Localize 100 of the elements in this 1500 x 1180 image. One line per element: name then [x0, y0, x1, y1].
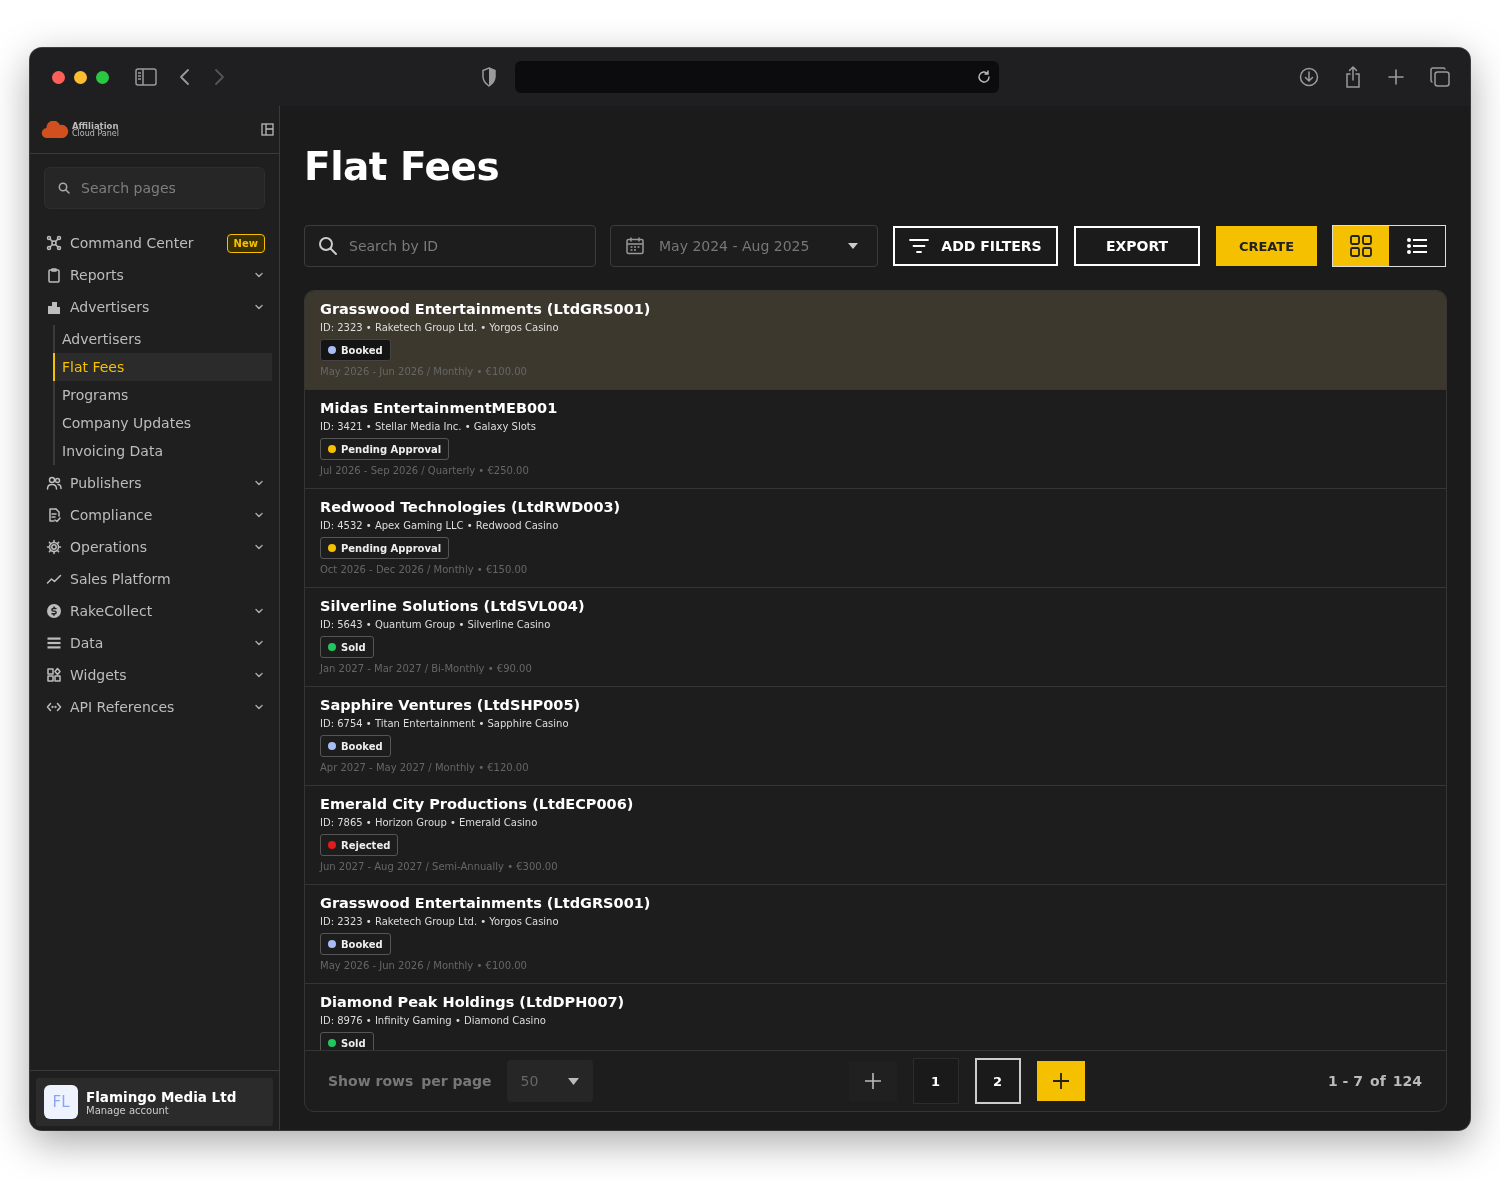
minimize-window-button[interactable] — [74, 70, 87, 84]
search-icon — [318, 236, 338, 256]
nav-label: RakeCollect — [70, 603, 154, 619]
caret-down-icon — [847, 242, 859, 250]
shield-icon[interactable] — [481, 67, 497, 87]
new-badge: New — [226, 233, 265, 253]
nav-item[interactable]: Advertisers — [46, 291, 265, 323]
status-badge: Sold — [320, 636, 374, 658]
fee-details: Jan 2027 - Mar 2027 / Bi-Monthly • €90.00 — [320, 663, 532, 675]
next-page-button[interactable] — [1036, 1061, 1085, 1101]
fee-title: Grasswood Entertainments (LtdGRS001) — [320, 894, 651, 912]
document-check-icon — [46, 507, 62, 523]
nav-item[interactable]: Operations — [46, 531, 265, 563]
clipboard-icon — [46, 267, 62, 283]
nav-label: Widgets — [70, 667, 128, 683]
search-field[interactable]: Search pages — [44, 167, 265, 209]
avatar: FL — [44, 1085, 78, 1119]
fee-title: Midas EntertainmentMEB001 — [320, 399, 558, 417]
dollar-coin-icon — [46, 603, 62, 619]
nav-subitem[interactable]: Invoicing Data — [53, 437, 272, 465]
nav-label: Advertisers — [70, 299, 151, 315]
logo-subtext: Cloud Panel — [72, 129, 119, 138]
close-window-button[interactable] — [52, 70, 65, 84]
fee-meta: ID: 3421 • Stellar Media Inc. • Galaxy Slots — [320, 421, 536, 433]
fee-details: Jul 2026 - Sep 2026 / Quarterly • €250.00 — [320, 465, 529, 477]
zoom-window-button[interactable] — [96, 70, 109, 84]
filter-icon — [909, 239, 930, 253]
fee-title: Grasswood Entertainments (LtdGRS001) — [320, 300, 651, 318]
widgets-icon — [46, 667, 62, 683]
fee-meta: ID: 8976 • Infinity Gaming • Diamond Casino — [320, 1015, 546, 1027]
fee-details: Jun 2027 - Aug 2027 / Semi-Annually • €300.00 — [320, 861, 558, 873]
sidebar-toggle-icon[interactable] — [135, 68, 157, 86]
account-card[interactable]: FL Flamingo Media Ltd Manage account — [36, 1078, 273, 1126]
nav-subitem[interactable]: Programs — [53, 381, 272, 409]
nav-subitem[interactable]: Company Updates — [53, 409, 272, 437]
date-range-picker[interactable]: May 2024 - Aug 2025 — [610, 225, 878, 267]
buildings-icon — [46, 299, 62, 315]
nav-item[interactable]: Widgets — [46, 659, 265, 691]
fee-meta: ID: 5643 • Quantum Group • Silverline Casino — [320, 619, 551, 631]
fee-title: Sapphire Ventures (LtdSHP005) — [320, 696, 581, 714]
plus-icon — [863, 1072, 882, 1090]
export-button[interactable]: EXPORT — [1074, 226, 1200, 266]
nav-item[interactable]: Reports — [46, 259, 265, 291]
nav-label: Publishers — [70, 475, 143, 491]
fee-meta: ID: 4532 • Apex Gaming LLC • Redwood Casino — [320, 520, 559, 532]
nav-label: Data — [70, 635, 105, 651]
panel-layout-icon[interactable] — [261, 123, 274, 136]
account-subtitle: Manage account — [86, 1104, 170, 1116]
nav-label: Reports — [70, 267, 125, 283]
fee-meta: ID: 2323 • Raketech Group Ltd. • Yorgos Casino — [320, 916, 559, 928]
download-icon[interactable] — [1299, 67, 1319, 87]
fee-title: Silverline Solutions (LtdSVL004) — [320, 597, 585, 615]
network-icon — [46, 235, 62, 251]
people-icon — [46, 475, 62, 491]
nav-item[interactable]: RakeCollect — [46, 595, 265, 627]
calendar-icon — [625, 236, 645, 256]
cloud-logo-icon — [41, 120, 69, 139]
share-icon[interactable] — [1344, 66, 1362, 88]
status-badge: Booked — [320, 735, 391, 757]
fee-meta: ID: 2323 • Raketech Group Ltd. • Yorgos Casino — [320, 322, 559, 334]
list-icon — [46, 635, 62, 651]
page-button[interactable]: 2 — [974, 1058, 1021, 1104]
fee-details: May 2026 - Jun 2026 / Monthly • €100.00 — [320, 960, 527, 972]
reload-icon[interactable] — [977, 70, 991, 84]
status-badge: Booked — [320, 339, 391, 361]
page-title: Flat Fees — [304, 144, 500, 189]
nav-item[interactable]: Publishers — [46, 467, 265, 499]
range-text: 1 - 7 — [1328, 1073, 1364, 1089]
nav-item[interactable]: Compliance — [46, 499, 265, 531]
fee-meta: ID: 6754 • Titan Entertainment • Sapphire Casino — [320, 718, 569, 730]
of-text: of — [1370, 1073, 1386, 1089]
status-badge: Sold — [320, 1032, 374, 1050]
caret-down-icon — [567, 1077, 579, 1085]
list-icon — [1407, 238, 1427, 254]
per-page-label: per page — [421, 1073, 492, 1089]
fee-title: Emerald City Productions (LtdECP006) — [320, 795, 634, 813]
tabs-overview-icon[interactable] — [1430, 67, 1450, 87]
fee-details: Apr 2027 - May 2027 / Monthly • €120.00 — [320, 762, 529, 774]
create-button[interactable]: CREATE — [1216, 226, 1317, 266]
nav-item[interactable]: Command Center New — [46, 227, 265, 259]
fee-title: Diamond Peak Holdings (LtdDPH007) — [320, 993, 625, 1011]
add-filters-button[interactable]: ADD FILTERS — [893, 226, 1058, 266]
grid-icon — [1350, 235, 1372, 257]
fee-meta: ID: 7865 • Horizon Group • Emerald Casino — [320, 817, 538, 829]
account-name: Flamingo Media Ltd — [86, 1088, 237, 1105]
rows-label: Show rows — [328, 1073, 414, 1089]
status-badge: Rejected — [320, 834, 399, 856]
nav-item[interactable]: Sales Platform — [46, 563, 265, 595]
nav-item[interactable]: API References — [46, 691, 265, 723]
new-tab-icon[interactable] — [1387, 68, 1405, 86]
nav-label: API References — [70, 699, 176, 715]
nav-subitem[interactable]: Advertisers — [53, 325, 272, 353]
back-icon[interactable] — [179, 68, 191, 86]
nav-label: Compliance — [70, 507, 154, 523]
grid-view-button[interactable] — [1333, 226, 1389, 266]
nav-item[interactable]: Data — [46, 627, 265, 659]
nav-subitem[interactable]: Flat Fees — [53, 353, 272, 381]
page-button[interactable]: 1 — [912, 1058, 959, 1104]
total-count: 124 — [1392, 1073, 1422, 1089]
search-field[interactable]: Search by ID — [304, 225, 596, 267]
